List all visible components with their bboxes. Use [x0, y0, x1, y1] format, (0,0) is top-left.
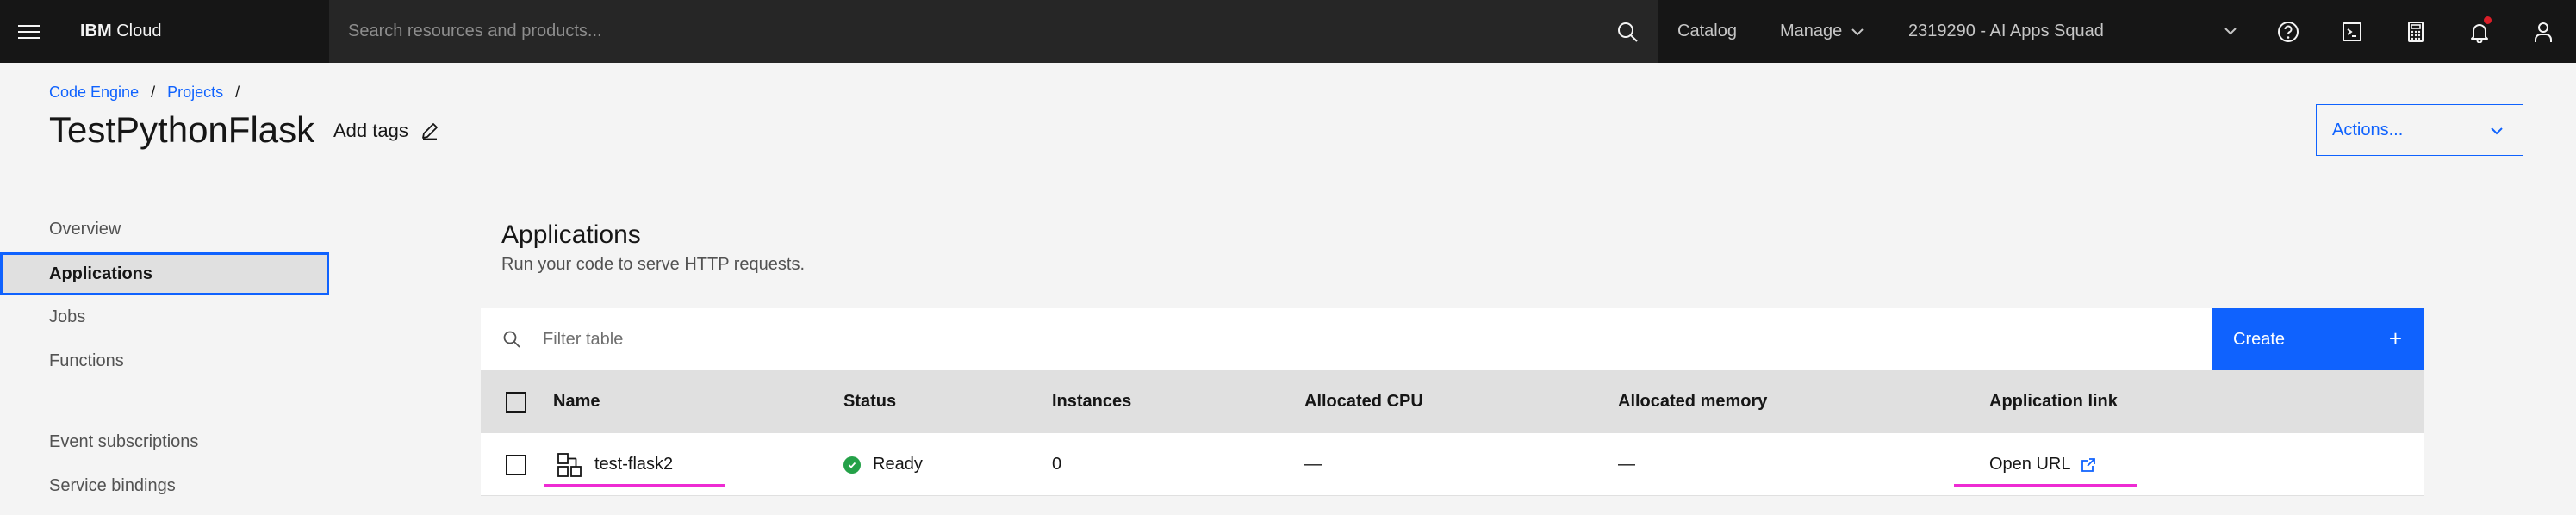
account-label: 2319290 - AI Apps Squad — [1908, 22, 2104, 40]
edit-icon — [420, 121, 439, 140]
select-all-checkbox-cell — [506, 370, 526, 433]
global-search — [329, 0, 1658, 63]
cost-estimator-icon[interactable] — [2384, 0, 2447, 63]
user-avatar-icon[interactable] — [2511, 0, 2574, 63]
column-header-status[interactable]: Status — [843, 370, 896, 433]
memory-value: — — [1618, 455, 1635, 474]
sidebar-item-functions[interactable]: Functions — [0, 339, 329, 382]
filter-table-input[interactable] — [543, 308, 2180, 370]
help-icon[interactable] — [2256, 0, 2319, 63]
column-header-instances[interactable]: Instances — [1052, 370, 1131, 433]
create-label: Create — [2233, 329, 2286, 349]
chevron-down-icon — [2488, 122, 2505, 145]
brand-suffix: Cloud — [116, 22, 162, 40]
search-icon[interactable] — [1596, 0, 1658, 63]
column-header-app-link[interactable]: Application link — [1989, 370, 2118, 433]
manage-label: Manage — [1780, 22, 1843, 40]
breadcrumb-separator: / — [151, 84, 156, 101]
open-url-label: Open URL — [1989, 455, 2071, 474]
ibm-cloud-logo[interactable]: IBM Cloud — [80, 22, 330, 41]
manage-menu[interactable]: Manage — [1780, 0, 1864, 63]
column-header-name[interactable]: Name — [553, 370, 600, 433]
launch-icon — [2080, 456, 2097, 474]
actions-label: Actions... — [2332, 120, 2404, 140]
sidebar-item-event-subscriptions[interactable]: Event subscriptions — [0, 420, 329, 463]
breadcrumb-code-engine[interactable]: Code Engine — [49, 84, 139, 102]
column-header-memory[interactable]: Allocated memory — [1618, 370, 1767, 433]
status-text: Ready — [873, 455, 923, 474]
sidebar-item-jobs[interactable]: Jobs — [0, 295, 329, 338]
page-title: TestPythonFlask — [49, 109, 315, 150]
brand-prefix: IBM — [80, 22, 112, 40]
menu-icon[interactable] — [0, 0, 58, 63]
row-checkbox[interactable] — [506, 454, 526, 475]
breadcrumb-separator: / — [235, 84, 240, 101]
table-row: test-flask2 Ready 0 — — Open URL — [481, 433, 2424, 496]
account-switcher[interactable]: 2319290 - AI Apps Squad — [1908, 0, 2253, 63]
create-button[interactable]: Create + — [2212, 308, 2424, 370]
row-checkbox-cell — [506, 433, 526, 496]
table-header: Name Status Instances Allocated CPU Allo… — [481, 370, 2424, 433]
catalog-link[interactable]: Catalog — [1677, 0, 1737, 63]
global-search-input[interactable] — [329, 0, 1596, 63]
cloud-shell-icon[interactable] — [2320, 0, 2383, 63]
breadcrumb: Code Engine / Projects / — [49, 84, 252, 102]
section-title: Applications — [501, 220, 641, 249]
breadcrumb-projects[interactable]: Projects — [167, 84, 223, 102]
instances-value: 0 — [1052, 455, 1062, 474]
notifications-icon[interactable] — [2448, 0, 2511, 63]
checkmark-icon — [843, 456, 861, 474]
app-name-link[interactable]: test-flask2 — [594, 433, 673, 496]
select-all-checkbox[interactable] — [506, 391, 526, 413]
chevron-down-icon — [2223, 23, 2238, 44]
open-url-highlight — [1954, 484, 2137, 487]
app-name-highlight — [544, 484, 725, 487]
table-toolbar — [481, 308, 2212, 370]
search-icon — [481, 308, 543, 370]
sidebar-item-service-bindings[interactable]: Service bindings — [0, 464, 329, 507]
add-tags-button[interactable]: Add tags — [333, 120, 439, 142]
notification-badge — [2484, 16, 2492, 24]
cpu-value: — — [1304, 455, 1322, 474]
section-description: Run your code to serve HTTP requests. — [501, 255, 806, 274]
add-tags-label: Add tags — [333, 120, 408, 141]
app-type-icon — [557, 433, 582, 496]
plus-icon: + — [2388, 326, 2402, 351]
chevron-down-icon — [1851, 28, 1864, 36]
status-cell: Ready — [843, 433, 923, 496]
sidebar-item-overview[interactable]: Overview — [0, 208, 329, 251]
actions-dropdown[interactable]: Actions... — [2316, 104, 2523, 156]
sidebar-item-applications[interactable]: Applications — [0, 252, 329, 295]
column-header-cpu[interactable]: Allocated CPU — [1304, 370, 1423, 433]
open-url-link[interactable]: Open URL — [1989, 433, 2097, 496]
